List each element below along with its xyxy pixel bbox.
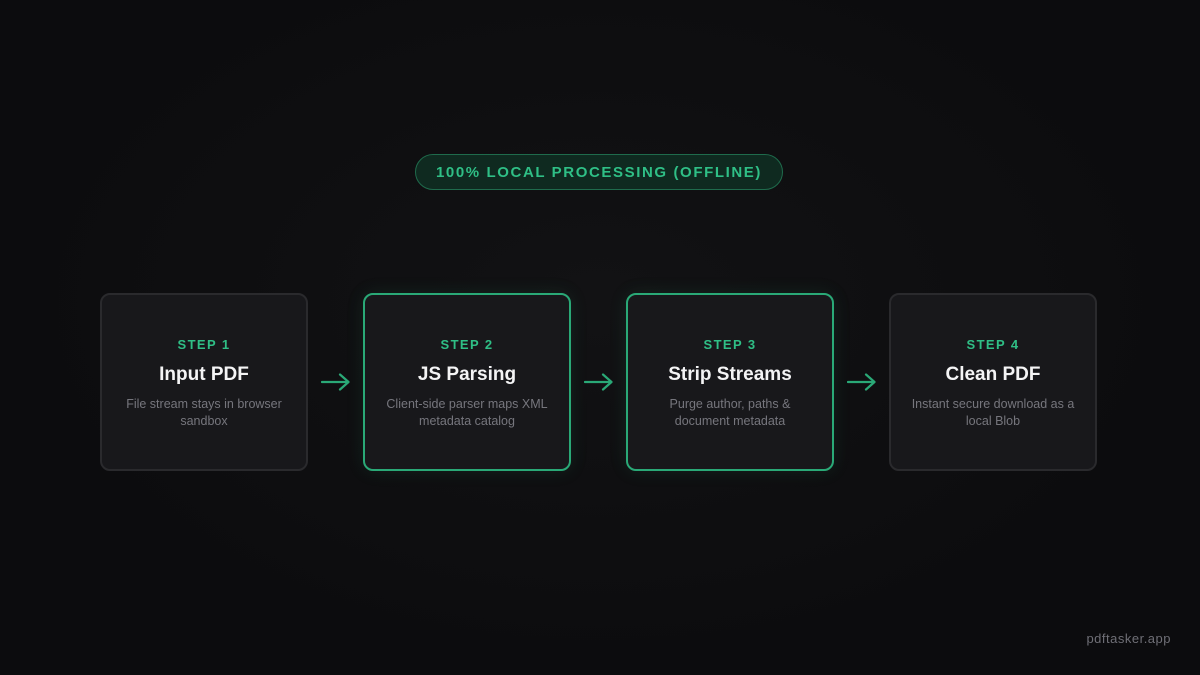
arrow-right-icon	[308, 373, 363, 391]
step-3-label: STEP 3	[703, 337, 757, 352]
arrow-right-icon	[834, 373, 889, 391]
step-4-label: STEP 4	[966, 337, 1020, 352]
step-card-3: STEP 3 Strip Streams Purge author, paths…	[626, 293, 834, 471]
step-3-description: Purge author, paths & document metadata	[669, 397, 791, 428]
step-3-title: Strip Streams	[668, 364, 792, 385]
step-2-label: STEP 2	[440, 337, 494, 352]
local-processing-badge: 100% LOCAL PROCESSING (OFFLINE)	[415, 154, 783, 190]
step-4-description: Instant secure download as a local Blob	[911, 397, 1075, 428]
step-1-title: Input PDF	[159, 364, 249, 385]
diagram-canvas: 100% LOCAL PROCESSING (OFFLINE) STEP 1 I…	[0, 0, 1200, 675]
step-2-title: JS Parsing	[417, 364, 517, 385]
step-4-title: Clean PDF	[945, 364, 1041, 385]
brand-footer: pdftasker.app	[1086, 631, 1171, 646]
step-card-1: STEP 1 Input PDF File stream stays in br…	[100, 293, 308, 471]
arrow-right-icon	[571, 373, 626, 391]
badge-label: 100% LOCAL PROCESSING (OFFLINE)	[435, 163, 763, 181]
step-card-2: STEP 2 JS Parsing Client-side parser map…	[363, 293, 571, 471]
step-2-description: Client-side parser maps XML metadata cat…	[386, 397, 548, 428]
step-card-4: STEP 4 Clean PDF Instant secure download…	[889, 293, 1097, 471]
step-1-description: File stream stays in browser sandbox	[126, 397, 282, 428]
step-1-label: STEP 1	[177, 337, 231, 352]
process-steps: STEP 1 Input PDF File stream stays in br…	[100, 292, 1100, 472]
